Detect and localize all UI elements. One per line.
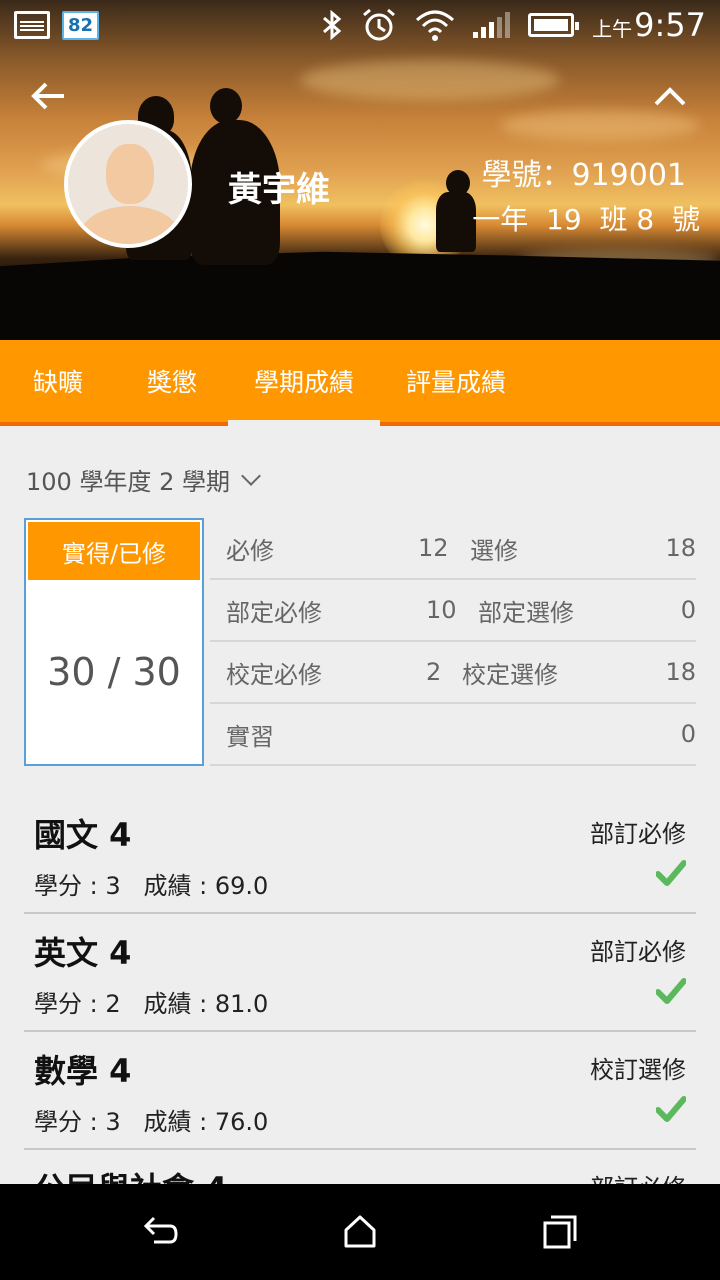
grades-content: 100 學年度 2 學期 實得/已修 30 / 30 必修 12 選修 18 部…: [0, 426, 720, 1184]
credit-label: 必修: [226, 536, 274, 565]
credit-value: 0: [680, 720, 696, 748]
battery-percent-badge: 82: [62, 10, 100, 40]
credit-row: 必修 12 選修 18: [210, 518, 696, 580]
alarm-icon: [363, 8, 396, 41]
credit-summary-value: 30 / 30: [47, 650, 181, 694]
semester-selector[interactable]: 100 學年度 2 學期: [26, 462, 261, 497]
chevron-down-icon: [241, 465, 261, 486]
credit-label: 部定選修: [478, 598, 574, 627]
bluetooth-icon: [323, 9, 342, 41]
credit-summary-box: 實得/已修 30 / 30: [24, 518, 204, 766]
home-nav-icon[interactable]: [340, 1212, 380, 1252]
credit-value: 18: [665, 534, 696, 562]
course-credit-score: 學分 : 3 成績 : 76.0: [34, 1108, 269, 1136]
credit-value: 2: [426, 658, 442, 686]
tab-exam-grades[interactable]: 評量成績: [380, 340, 532, 422]
course-name: 數學 4: [34, 1052, 132, 1090]
course-credit-score: 學分 : 3 成績 : 69.0: [34, 872, 269, 900]
credit-row: 校定必修 2 校定選修 18: [210, 642, 696, 704]
credit-summary-header: 實得/已修: [28, 522, 200, 580]
profile-header: 82 上午 9:57 黃宇維 學號：919001 一年 19 班 8 號: [0, 0, 720, 340]
tab-attendance[interactable]: 缺曠: [0, 340, 116, 422]
credit-row: 實習 0: [210, 704, 696, 766]
signal-strength-icon: [473, 12, 511, 38]
check-icon: [656, 1096, 686, 1122]
student-name: 黃宇維: [228, 170, 330, 210]
clock: 上午 9:57: [592, 6, 706, 44]
credit-label: 實習: [226, 722, 274, 751]
course-type: 部訂必修: [590, 938, 686, 966]
tab-discipline[interactable]: 獎懲: [116, 340, 228, 422]
credit-value: 18: [665, 658, 696, 686]
course-credit-score: 學分 : 2 成績 : 81.0: [34, 990, 269, 1018]
recents-nav-icon[interactable]: [540, 1212, 580, 1252]
course-name: 英文 4: [34, 934, 132, 972]
credit-row: 部定必修 10 部定選修 0: [210, 580, 696, 642]
image-notification-icon: [14, 11, 50, 39]
check-icon: [656, 978, 686, 1004]
course-type: 校訂選修: [590, 1056, 686, 1084]
course-name: 公民與社會 4: [34, 1164, 227, 1184]
course-item[interactable]: 英文 4 部訂必修 學分 : 2 成績 : 81.0: [24, 914, 696, 1032]
credit-label: 校定選修: [462, 660, 558, 689]
avatar: [64, 120, 192, 248]
course-type: 部訂必修: [590, 820, 686, 848]
course-item[interactable]: 國文 4 部訂必修 學分 : 3 成績 : 69.0: [24, 796, 696, 914]
credit-table: 必修 12 選修 18 部定必修 10 部定選修 0 校定必修 2 校定選修 1…: [210, 518, 696, 766]
course-item[interactable]: 公民與社會 4 部訂必修: [24, 1150, 696, 1184]
system-nav-bar: [0, 1184, 720, 1280]
battery-icon: [528, 13, 580, 37]
check-icon: [656, 860, 686, 886]
credit-label: 部定必修: [226, 598, 322, 627]
hill-silhouette: [0, 251, 720, 340]
student-class: 一年 19 班 8 號: [472, 203, 700, 236]
tab-semester-grades[interactable]: 學期成績: [228, 340, 380, 426]
student-id: 學號：919001: [481, 158, 686, 193]
status-bar: 82 上午 9:57: [0, 0, 720, 50]
chevron-up-icon[interactable]: [650, 76, 690, 116]
credit-label: 選修: [470, 536, 518, 565]
tab-bar: 缺曠 獎懲 學期成績 評量成績: [0, 340, 720, 426]
back-nav-icon[interactable]: [140, 1212, 180, 1252]
wifi-icon: [416, 10, 455, 41]
course-list: 國文 4 部訂必修 學分 : 3 成績 : 69.0 英文 4 部訂必修 學分 …: [24, 796, 696, 1184]
course-type: 部訂必修: [590, 1168, 686, 1184]
credit-label: 校定必修: [226, 660, 322, 689]
credit-value: 0: [680, 596, 696, 624]
course-name: 國文 4: [34, 816, 132, 854]
back-arrow-icon[interactable]: [28, 76, 68, 116]
credit-value: 12: [418, 534, 449, 562]
semester-label: 100 學年度 2 學期: [26, 468, 230, 496]
credit-value: 10: [426, 596, 457, 624]
course-item[interactable]: 數學 4 校訂選修 學分 : 3 成績 : 76.0: [24, 1032, 696, 1150]
